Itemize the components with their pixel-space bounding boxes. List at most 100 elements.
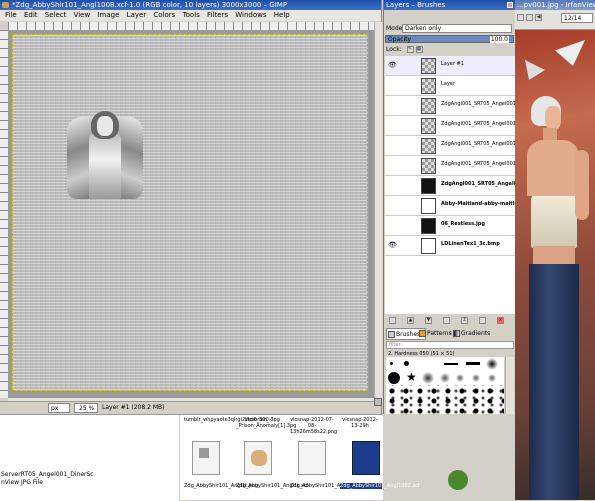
dock-close-icon[interactable] [507,2,513,8]
anchor-layer-icon[interactable]: ⚓ [461,317,468,324]
delete-layer-icon[interactable]: × [497,317,504,324]
lock-alpha-icon[interactable]: ▦ [415,46,423,53]
layer-row[interactable]: ZdgAngl001_SRT05_Angel001.p [385,96,515,116]
file-thumbnail-xcf[interactable] [244,441,272,475]
mask-layer-icon[interactable] [479,317,486,324]
menu-windows[interactable]: Windows [235,11,266,19]
new-layer-icon[interactable] [389,317,396,324]
layers-dock-title: Layers – Brushes [386,1,446,9]
woman-midriff [533,246,575,264]
visibility-eye-icon[interactable]: 👁 [388,242,397,249]
prev-icon[interactable]: ◀ [535,14,542,21]
duplicate-layer-icon[interactable] [443,317,450,324]
file-item[interactable]: vlcsnap-2012-07-08-13h26m58s22.png [290,417,337,435]
menu-tools[interactable]: Tools [183,11,200,19]
brush-fuzzy-4[interactable] [472,374,480,382]
layers-dock-titlebar: Layers – Brushes [384,0,515,10]
explorer-left-text-1: ServerRT05_Angel001_DinerSc [1,471,94,478]
file-thumbnail[interactable] [192,441,220,475]
brush-fuzzy[interactable] [422,372,434,384]
zoom-select[interactable]: 25 % [74,403,98,413]
brush-dot-med[interactable] [404,361,409,366]
gimp-file-icon [251,450,267,466]
brush-star[interactable]: ★ [406,371,417,383]
gimp-menubar: File Edit Select View Image Layer Colors… [0,10,381,21]
brush-fuzzy-5[interactable] [488,374,496,382]
layer-thumbnail [421,178,436,194]
gimp-statusbar: px 25 % Layer #1 (208.2 MB) [0,401,374,414]
tab-patterns-label: Patterns [427,330,452,337]
menu-edit[interactable]: Edit [24,11,38,19]
layer-row[interactable]: 👁 LDLinenTex1_3c.bmp [385,236,515,256]
raise-layer-icon[interactable]: ▲ [407,317,414,324]
vertical-ruler[interactable] [0,30,8,398]
mode-select[interactable]: Darken only [402,24,512,33]
brush-grid[interactable]: ★ [386,357,504,414]
file-item[interactable]: Zdg_AbbyShir101_Angl1t.png [184,483,258,489]
mode-value: Darken only [405,25,442,32]
woman-face [545,106,561,130]
woman-figure [515,90,595,500]
tab-gradients-label: Gradients [461,330,491,337]
brush-line-thick[interactable] [466,362,480,365]
opacity-slider[interactable]: Opacity 100.0 [385,35,514,43]
visibility-eye-icon[interactable]: 👁 [388,62,397,69]
file-item[interactable]: Zdg_AbbyShir101_Angl1002.png [290,483,372,489]
image-canvas[interactable] [8,30,374,398]
patterns-preview [448,470,468,490]
save-icon[interactable] [526,14,533,21]
tab-patterns[interactable]: Patterns [418,328,452,340]
layer-row[interactable]: 👁 Layer #1 [385,56,515,76]
file-item[interactable]: vlcsnap-2012-13-29h [340,417,380,429]
brush-fuzzy-3[interactable] [456,374,464,382]
brush-filter-input[interactable]: filter [386,341,514,349]
open-icon[interactable] [517,14,524,21]
layer-row[interactable]: 06_Restless.jpg [385,216,515,236]
brush-grid-scrollbar[interactable] [505,357,514,414]
mode-row: Mode: Darken only [384,24,516,34]
woman-shoulders [527,140,579,196]
layer-row[interactable]: ZdgAngl001_SRT05_Angel001.p [385,156,515,176]
lock-pixels-icon[interactable]: ✎ [406,46,414,53]
explorer-left-text-2: nView JPG File [1,479,43,486]
layer-thumbnail [421,238,436,254]
menu-filters[interactable]: Filters [207,11,228,19]
brushes-tab-icon [388,331,395,338]
menu-colors[interactable]: Colors [153,11,175,19]
brush-blur[interactable] [486,358,498,370]
menu-help[interactable]: Help [274,11,290,19]
navigate-icon[interactable] [374,398,382,406]
layer-row[interactable]: ZdgAngl001_SRT05_Angel001.p [385,116,515,136]
layer-row[interactable]: Abby-Maitland-abby-maitland [385,196,515,216]
horizontal-ruler[interactable] [8,22,374,30]
irfanview-toolbar: ◀ 12/14 [515,10,595,30]
unit-select[interactable]: px [48,403,70,413]
lower-layer-icon[interactable]: ▼ [425,317,432,324]
brush-fuzzy-2[interactable] [440,373,450,383]
layer-row[interactable]: Layer [385,76,515,96]
brush-line[interactable] [444,363,458,365]
layer-name: 06_Restless.jpg [441,221,485,227]
menu-file[interactable]: File [5,11,17,19]
brush-dot-small[interactable] [390,362,393,365]
tab-brushes-label: Brushes [396,331,421,338]
file-thumbnail[interactable] [298,441,326,475]
menu-select[interactable]: Select [45,11,67,19]
menu-layer[interactable]: Layer [127,11,147,19]
file-item[interactable]: tumblr_whpyaote3qlrgl2zko0_500.3pg [184,417,280,423]
filter-placeholder: filter [389,342,401,348]
vertical-scrollbar[interactable] [374,22,382,398]
file-item[interactable]: Victorian_-_Prison_Anomaly[1].3pg [236,417,296,429]
layer-thumbnail [421,98,436,114]
layer-list[interactable]: 👁 Layer #1 Layer ZdgAngl001_SRT05_Angel0… [385,56,515,256]
file-item-selected[interactable]: Zdg_AbbyShir101_Angl1002.xcf [340,483,420,489]
menu-image[interactable]: Image [97,11,119,19]
layers-dock: Layers – Brushes Mode: Darken only Opaci… [383,0,515,414]
file-thumbnail-selected[interactable] [352,441,380,475]
menu-view[interactable]: View [74,11,91,19]
tab-gradients[interactable]: Gradients [452,328,492,340]
file-item[interactable]: Zdg_AbbyShir101_Angl1t.xcf [236,483,308,489]
brush-circle-large[interactable] [388,372,400,384]
layer-row[interactable]: ZdgAngl001_SRT05_Angel001.p [385,136,515,156]
layer-row[interactable]: ZdgAngl001_SRT05_Angel001. [385,176,515,196]
